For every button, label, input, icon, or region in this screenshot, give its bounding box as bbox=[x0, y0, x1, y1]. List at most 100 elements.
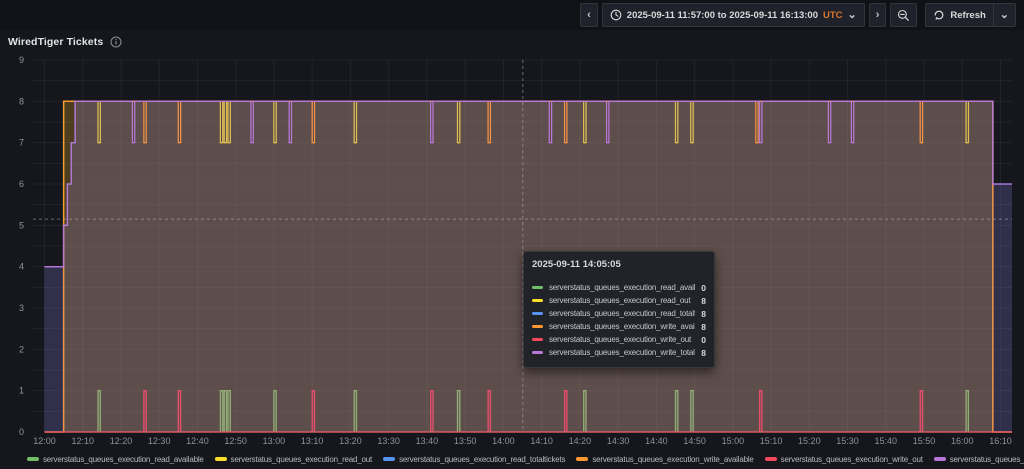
tooltip-rows: serverstatus_queues_execution_read_avail… bbox=[532, 281, 706, 359]
tooltip-series-value: 0 bbox=[701, 283, 706, 293]
wiredtiger-tickets-panel: WiredTiger Tickets 12:0012:1012:2012:301… bbox=[0, 30, 1024, 469]
x-tick-label: 14:30 bbox=[607, 436, 630, 446]
tooltip-row: serverstatus_queues_execution_read_out8 bbox=[532, 294, 706, 307]
y-tick-label: 0 bbox=[19, 427, 24, 437]
x-tick-label: 12:00 bbox=[33, 436, 56, 446]
x-tick-label: 15:30 bbox=[836, 436, 859, 446]
tooltip-row: serverstatus_queues_execution_read_total… bbox=[532, 307, 706, 320]
x-tick-label: 15:40 bbox=[875, 436, 898, 446]
legend-swatch bbox=[27, 457, 39, 461]
y-tick-label: 5 bbox=[19, 220, 24, 230]
tooltip-row: serverstatus_queues_execution_write_out 0 bbox=[532, 333, 706, 346]
y-tick-label: 6 bbox=[19, 179, 24, 189]
legend-label: serverstatus_queues_execution_write_out bbox=[781, 455, 923, 464]
legend-item-serverstatus_queues_execution_read_available[interactable]: serverstatus_queues_execution_read_avail… bbox=[27, 455, 204, 464]
tooltip-series-name: serverstatus_queues_execution_write_tota… bbox=[549, 348, 695, 357]
refresh-icon bbox=[933, 9, 945, 21]
x-tick-label: 13:10 bbox=[301, 436, 324, 446]
tooltip-series-value: 8 bbox=[701, 296, 706, 306]
chevron-left-icon: ‹ bbox=[587, 10, 591, 21]
legend-swatch bbox=[383, 457, 395, 461]
x-tick-label: 15:10 bbox=[760, 436, 783, 446]
x-tick-label: 12:30 bbox=[148, 436, 171, 446]
x-tick-label: 12:20 bbox=[110, 436, 133, 446]
x-tick-label: 12:50 bbox=[224, 436, 247, 446]
tooltip-series-name: serverstatus_queues_execution_write_out bbox=[549, 335, 695, 344]
legend-label: serverstatus_queues_execution_write_tota… bbox=[950, 455, 1024, 464]
x-tick-label: 14:40 bbox=[645, 436, 668, 446]
tooltip-series-name: serverstatus_queues_execution_read_avail… bbox=[549, 283, 695, 292]
x-tick-label: 13:50 bbox=[454, 436, 477, 446]
legend-item-serverstatus_queues_execution_write_available[interactable]: serverstatus_queues_execution_write_avai… bbox=[576, 455, 753, 464]
chevron-right-icon: › bbox=[876, 10, 880, 21]
tooltip-row: serverstatus_queues_execution_write_avai… bbox=[532, 320, 706, 333]
x-tick-label: 15:00 bbox=[722, 436, 745, 446]
chart-tooltip: 2025-09-11 14:05:05 serverstatus_queues_… bbox=[523, 251, 715, 368]
x-tick-label: 12:10 bbox=[71, 436, 94, 446]
tooltip-series-swatch bbox=[532, 325, 543, 328]
y-tick-label: 3 bbox=[19, 303, 24, 313]
y-tick-label: 1 bbox=[19, 386, 24, 396]
tooltip-series-value: 8 bbox=[701, 348, 706, 358]
chart-legend: serverstatus_queues_execution_read_avail… bbox=[0, 451, 1024, 467]
tooltip-series-name: serverstatus_queues_execution_write_avai… bbox=[549, 322, 695, 331]
legend-swatch bbox=[765, 457, 777, 461]
tooltip-timestamp: 2025-09-11 14:05:05 bbox=[532, 259, 706, 277]
legend-label: serverstatus_queues_execution_write_avai… bbox=[592, 455, 753, 464]
legend-item-serverstatus_queues_execution_read_out[interactable]: serverstatus_queues_execution_read_out bbox=[215, 455, 372, 464]
tooltip-series-value: 8 bbox=[701, 309, 706, 319]
tooltip-series-swatch bbox=[532, 338, 543, 341]
legend-item-serverstatus_queues_execution_write_totaltickets[interactable]: serverstatus_queues_execution_write_tota… bbox=[934, 455, 1024, 464]
zoom-out-icon bbox=[897, 9, 910, 22]
legend-item-serverstatus_queues_execution_read_totaltickets[interactable]: serverstatus_queues_execution_read_total… bbox=[383, 455, 565, 464]
time-series-chart[interactable]: 12:00 12:10 12:20 12:30 12:40 12:50 13:00 13:10… bbox=[0, 30, 1024, 469]
refresh-button[interactable]: Refresh bbox=[925, 3, 993, 27]
time-picker-toolbar: ‹ 2025-09-11 11:57:00 to 2025-09-11 16:1… bbox=[0, 0, 1024, 30]
refresh-button-group: Refresh ⌄ bbox=[925, 3, 1016, 27]
x-tick-label: 14:10 bbox=[530, 436, 553, 446]
y-tick-label: 7 bbox=[19, 138, 24, 148]
tooltip-series-swatch bbox=[532, 286, 543, 289]
time-range-forward-button[interactable]: › bbox=[869, 3, 887, 27]
x-tick-label: 16:00 bbox=[951, 436, 974, 446]
y-tick-label: 8 bbox=[19, 96, 24, 106]
x-tick-label: 13:40 bbox=[416, 436, 439, 446]
tooltip-series-value: 0 bbox=[701, 335, 706, 345]
x-tick-label: 13:00 bbox=[263, 436, 286, 446]
x-tick-label: 14:50 bbox=[683, 436, 706, 446]
x-tick-label: 13:20 bbox=[339, 436, 362, 446]
y-tick-label: 9 bbox=[19, 55, 24, 65]
clock-icon bbox=[610, 9, 622, 21]
time-range-back-button[interactable]: ‹ bbox=[580, 3, 598, 27]
legend-item-serverstatus_queues_execution_write_out[interactable]: serverstatus_queues_execution_write_out bbox=[765, 455, 923, 464]
x-tick-label: 14:00 bbox=[492, 436, 515, 446]
tooltip-series-swatch bbox=[532, 299, 543, 302]
timezone-label: UTC bbox=[823, 10, 843, 21]
tooltip-series-value: 8 bbox=[701, 322, 706, 332]
chevron-down-icon: ⌄ bbox=[1000, 10, 1009, 21]
legend-label: serverstatus_queues_execution_read_avail… bbox=[43, 455, 204, 464]
refresh-interval-dropdown[interactable]: ⌄ bbox=[994, 3, 1016, 27]
zoom-out-button[interactable] bbox=[890, 3, 917, 27]
tooltip-series-swatch bbox=[532, 351, 543, 354]
tooltip-row: serverstatus_queues_execution_write_tota… bbox=[532, 346, 706, 359]
legend-label: serverstatus_queues_execution_read_total… bbox=[399, 455, 565, 464]
chevron-down-icon: ⌄ bbox=[848, 10, 857, 21]
tooltip-row: serverstatus_queues_execution_read_avail… bbox=[532, 281, 706, 294]
y-tick-label: 2 bbox=[19, 344, 24, 354]
time-range-button[interactable]: 2025-09-11 11:57:00 to 2025-09-11 16:13:… bbox=[602, 3, 865, 27]
grafana-dashboard: ‹ 2025-09-11 11:57:00 to 2025-09-11 16:1… bbox=[0, 0, 1024, 469]
y-tick-label: 4 bbox=[19, 262, 24, 272]
legend-label: serverstatus_queues_execution_read_out bbox=[231, 455, 372, 464]
x-tick-label: 16:10 bbox=[989, 436, 1012, 446]
x-tick-label: 14:20 bbox=[569, 436, 592, 446]
refresh-label: Refresh bbox=[950, 10, 985, 21]
x-tick-label: 12:40 bbox=[186, 436, 209, 446]
x-tick-label: 15:20 bbox=[798, 436, 821, 446]
time-range-label: 2025-09-11 11:57:00 to 2025-09-11 16:13:… bbox=[627, 10, 818, 21]
x-tick-label: 15:50 bbox=[913, 436, 936, 446]
legend-swatch bbox=[934, 457, 946, 461]
legend-swatch bbox=[576, 457, 588, 461]
tooltip-series-swatch bbox=[532, 312, 543, 315]
tooltip-series-name: serverstatus_queues_execution_read_total… bbox=[549, 309, 695, 318]
